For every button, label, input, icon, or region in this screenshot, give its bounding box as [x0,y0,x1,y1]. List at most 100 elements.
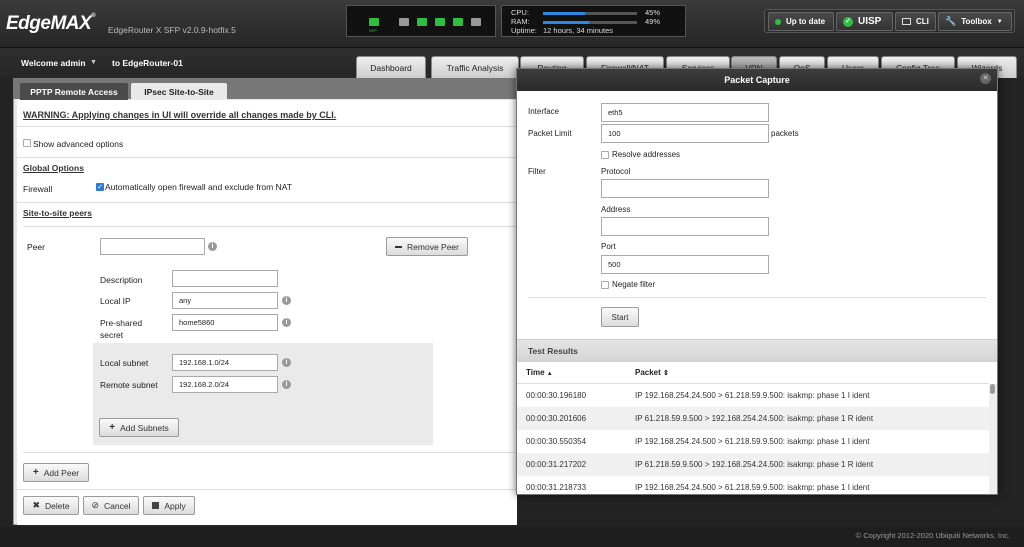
terminal-icon [902,18,911,25]
local-ip-label: Local IP [100,296,131,306]
local-subnet-input[interactable]: 192.168.1.0/24 [172,354,278,371]
tab-dashboard[interactable]: Dashboard [356,56,426,78]
close-icon: ✖ [32,500,40,510]
table-row: 00:00:30.550354 IP 192.168.254.24.500 > … [517,430,989,453]
packet-info: IP 61.218.59.9.500 > 192.168.254.24.500:… [635,414,874,423]
header-actions: Up to date ✓ UISP CLI 🔧 Toolbox ▼ [764,9,1015,33]
packet-time: 00:00:31.218733 [526,483,587,492]
tab-traffic-analysis[interactable]: Traffic Analysis [431,56,519,78]
firewall-checkbox[interactable]: ✓ [96,183,104,191]
packet-info: IP 192.168.254.24.500 > 61.218.59.9.500:… [635,437,870,446]
dialog-title: Packet Capture [517,69,997,91]
port-icon [435,18,445,26]
pre-shared-secret-input[interactable]: home5860 [172,314,278,331]
add-peer-button[interactable]: + Add Peer [23,463,89,482]
divider [23,226,517,227]
show-advanced-label: Show advanced options [33,139,124,149]
packet-limit-label: Packet Limit [528,129,572,138]
tab-pptp-remote-access[interactable]: PPTP Remote Access [20,83,128,101]
resolve-addresses-checkbox[interactable] [601,151,609,159]
sort-icon: ⇕ [663,370,669,377]
site-peers-heading: Site-to-site peers [23,208,92,218]
apply-button[interactable]: Apply [143,496,195,515]
save-icon [152,502,160,509]
ram-bar [543,21,637,24]
cpu-label: CPU: [511,8,529,17]
start-button[interactable]: Start [601,307,639,327]
port-input[interactable]: 500 [601,255,769,274]
packet-limit-input[interactable]: 100 [601,124,769,143]
cli-button[interactable]: CLI [895,12,936,31]
filter-label: Filter [528,167,546,176]
cancel-icon: ⊘ [91,500,100,510]
add-subnets-label: Add Subnets [120,422,169,433]
description-input[interactable] [172,270,278,287]
uptime-value: 12 hours, 34 minutes [543,26,614,35]
cli-label: CLI [916,17,929,26]
info-icon: i [282,358,291,367]
delete-label: Delete [44,500,70,511]
results-scrollbar[interactable] [989,384,997,494]
uptime-label: Uptime: [511,26,537,35]
ram-label: RAM: [511,17,530,26]
info-icon: i [282,318,291,327]
chevron-down-icon[interactable]: ▼ [90,59,97,66]
packet-time: 00:00:30.196180 [526,391,587,400]
column-packet[interactable]: Packet ⇕ [635,368,669,377]
negate-filter-checkbox[interactable] [601,281,609,289]
divider [17,489,517,490]
add-peer-label: Add Peer [43,467,80,478]
toolbox-label: Toolbox [961,17,992,26]
plus-icon: + [109,422,116,433]
edgemax-logo: EdgeMAX® [6,13,96,34]
user-menu[interactable]: Welcome admin [21,58,86,68]
show-advanced-checkbox[interactable] [23,139,31,147]
uisp-button[interactable]: ✓ UISP [836,12,893,31]
firewall-option-label: Automatically open firewall and exclude … [105,182,292,192]
negate-filter-label: Negate filter [612,280,656,289]
interface-input[interactable]: eth5 [601,103,769,122]
toolbox-button[interactable]: 🔧 Toolbox ▼ [938,12,1012,31]
info-icon: i [208,242,217,251]
up-to-date-button[interactable]: Up to date [768,12,834,31]
cancel-button[interactable]: ⊘ Cancel [83,496,139,515]
cancel-label: Cancel [104,500,131,511]
column-time[interactable]: Time ▲ [526,368,553,377]
remove-peer-button[interactable]: Remove Peer [386,237,468,256]
address-input[interactable] [601,217,769,236]
packet-info: IP 192.168.254.24.500 > 61.218.59.9.500:… [635,483,870,492]
peer-label: Peer [27,242,45,252]
check-icon: ✓ [843,16,853,27]
uisp-label: UISP [858,16,882,27]
remote-subnet-input[interactable]: 192.168.2.0/24 [172,376,278,393]
table-row: 00:00:31.218733 IP 192.168.254.24.500 > … [517,476,989,494]
port-label: Port [601,242,616,251]
packet-info: IP 61.218.59.9.500 > 192.168.254.24.500:… [635,460,874,469]
router-version: EdgeRouter X SFP v2.0.9-hotfix.5 [108,25,236,35]
protocol-input[interactable] [601,179,769,198]
firewall-label: Firewall [23,184,53,194]
tab-ipsec-site-to-site[interactable]: IPsec Site-to-Site [131,83,227,101]
port-icon [471,18,481,26]
port-icon [417,18,427,26]
ram-value: 49% [645,17,661,26]
interface-label: Interface [528,107,560,116]
local-ip-input[interactable]: any [172,292,278,309]
packet-time: 00:00:30.201606 [526,414,587,423]
peer-input[interactable] [100,238,205,255]
port-icon [369,18,379,26]
table-row: 00:00:30.201606 IP 61.218.59.9.500 > 192… [517,407,989,430]
column-packet-label: Packet [635,368,661,377]
up-to-date-label: Up to date [786,17,826,26]
delete-button[interactable]: ✖ Delete [23,496,79,515]
system-stats-panel: CPU: 45% RAM: 49% Uptime: 12 hours, 34 m… [501,5,686,37]
close-icon[interactable]: ✕ [980,73,991,84]
packets-unit: packets [771,129,799,138]
local-subnet-label: Local subnet [100,358,149,368]
router-name: to EdgeRouter-01 [112,58,183,68]
divider [17,126,517,127]
status-dot-icon [775,18,781,25]
wrench-icon: 🔧 [945,16,957,26]
add-subnets-button[interactable]: + Add Subnets [99,418,179,437]
scrollbar-thumb[interactable] [990,384,995,394]
